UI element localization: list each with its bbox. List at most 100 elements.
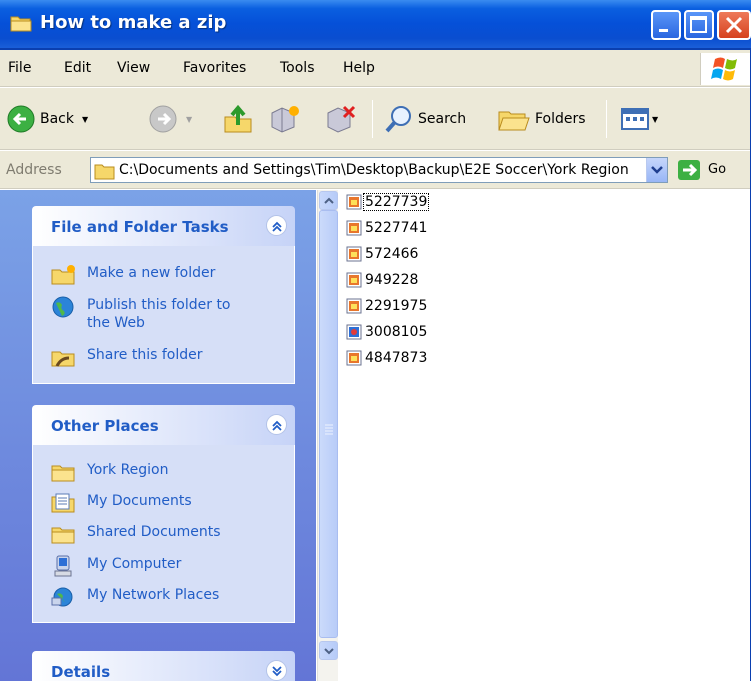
address-dropdown-button[interactable] [646,158,667,182]
collapse-button[interactable] [266,414,287,435]
search-icon [385,106,411,133]
up-button[interactable] [222,103,254,135]
forward-dropdown-icon[interactable]: ▼ [186,115,192,124]
image-file-icon [346,194,362,210]
image-file-icon [346,272,362,288]
task-label: Publish this folder to the Web [87,297,231,331]
image-file-icon [346,246,362,262]
go-arrow-icon[interactable] [678,160,700,180]
task-publish-web[interactable]: Publish this folder to the Web [51,296,247,332]
file-name: 949228 [365,272,419,288]
back-arrow-icon [7,105,35,133]
place-my-network-places[interactable]: My Network Places [51,586,219,608]
forward-button[interactable]: ▼ [148,103,192,135]
grip-icon [325,424,333,435]
folders-button[interactable]: Folders [497,103,586,135]
search-button[interactable]: Search [384,103,466,135]
place-york-region[interactable]: York Region [51,461,169,483]
task-pane-scrollbar[interactable] [317,190,338,681]
bitmap-file-icon [346,324,362,340]
windows-logo [700,53,750,85]
minimize-icon [659,29,668,32]
back-button[interactable]: Back ▼ [6,103,88,135]
file-name: 4847873 [365,350,428,366]
back-dropdown-icon[interactable]: ▼ [82,115,88,124]
maximize-button[interactable] [684,10,714,40]
place-label: York Region [87,462,169,478]
scroll-down-button[interactable] [319,641,338,660]
place-shared-documents[interactable]: Shared Documents [51,523,221,545]
menu-edit[interactable]: Edit [64,60,91,76]
title-bar[interactable]: How to make a zip [0,0,751,50]
move-to-button[interactable] [268,103,300,135]
place-label: My Documents [87,493,192,509]
minimize-button[interactable] [651,10,681,40]
task-share-folder[interactable]: Share this folder [51,346,203,368]
place-label: Shared Documents [87,524,221,540]
views-button[interactable]: ▼ [620,103,658,135]
views-dropdown-icon[interactable]: ▼ [652,115,658,124]
menu-file[interactable]: File [8,60,31,76]
file-item[interactable]: 5227741 [346,218,428,238]
image-file-icon [346,350,362,366]
my-documents-icon [51,493,75,513]
folder-icon [10,16,32,32]
task-make-new-folder[interactable]: Make a new folder [51,264,215,286]
go-button[interactable]: Go [708,162,726,177]
window-title: How to make a zip [40,12,227,33]
file-folder-tasks-header[interactable]: File and Folder Tasks [32,206,295,246]
expand-button[interactable] [266,660,287,681]
chevron-down-icon [324,648,334,655]
file-name: 2291975 [365,298,428,314]
file-item[interactable]: 4847873 [346,348,428,368]
folders-label: Folders [535,111,586,127]
new-folder-icon [51,265,75,285]
folder-icon [51,465,75,482]
chevron-down-icon [272,666,282,677]
file-item[interactable]: 572466 [346,244,419,264]
file-item[interactable]: 5227739 [346,192,430,212]
back-label: Back [40,111,74,127]
delete-button[interactable] [324,103,356,135]
menu-help[interactable]: Help [343,60,375,76]
scroll-thumb[interactable] [319,210,338,638]
task-label: Share this folder [87,347,203,363]
menu-bar: File Edit View Favorites Tools Help [0,50,751,87]
task-label: Make a new folder [87,265,216,281]
place-my-computer[interactable]: My Computer [51,555,181,577]
place-label: My Network Places [87,587,220,603]
chevron-up-icon [272,221,282,232]
file-item[interactable]: 3008105 [346,322,428,342]
place-my-documents[interactable]: My Documents [51,492,192,514]
close-button[interactable] [717,10,751,40]
file-list[interactable]: 5227739 5227741 572466 949228 2291975 30… [339,190,751,681]
file-name: 572466 [365,246,419,262]
up-folder-icon [224,104,252,133]
image-file-icon [346,220,362,236]
chevron-down-icon [651,166,663,174]
address-label: Address [6,162,62,178]
scroll-up-button[interactable] [319,191,338,210]
file-item[interactable]: 949228 [346,270,419,290]
menu-tools[interactable]: Tools [280,60,315,76]
file-item[interactable]: 2291975 [346,296,428,316]
details-header[interactable]: Details [32,651,295,681]
close-icon [725,16,743,34]
collapse-button[interactable] [266,215,287,236]
other-places-header[interactable]: Other Places [32,405,295,445]
file-name: 5227741 [365,220,428,236]
menu-view[interactable]: View [117,60,150,76]
file-name: 3008105 [365,324,428,340]
address-input[interactable]: C:\Documents and Settings\Tim\Desktop\Ba… [90,157,668,183]
toolbar: Back ▼ ▼ Search Folders ▼ [0,88,751,150]
task-pane: File and Folder Tasks Make a new folder [0,190,316,681]
folders-icon [498,111,530,131]
menu-favorites[interactable]: Favorites [183,60,246,76]
chevron-up-icon [272,420,282,431]
folder-icon [94,164,115,180]
maximize-icon [690,16,707,33]
panel-title: Details [51,663,111,681]
details-panel: Details [32,651,295,681]
views-icon [621,108,649,130]
delete-icon [327,105,356,133]
